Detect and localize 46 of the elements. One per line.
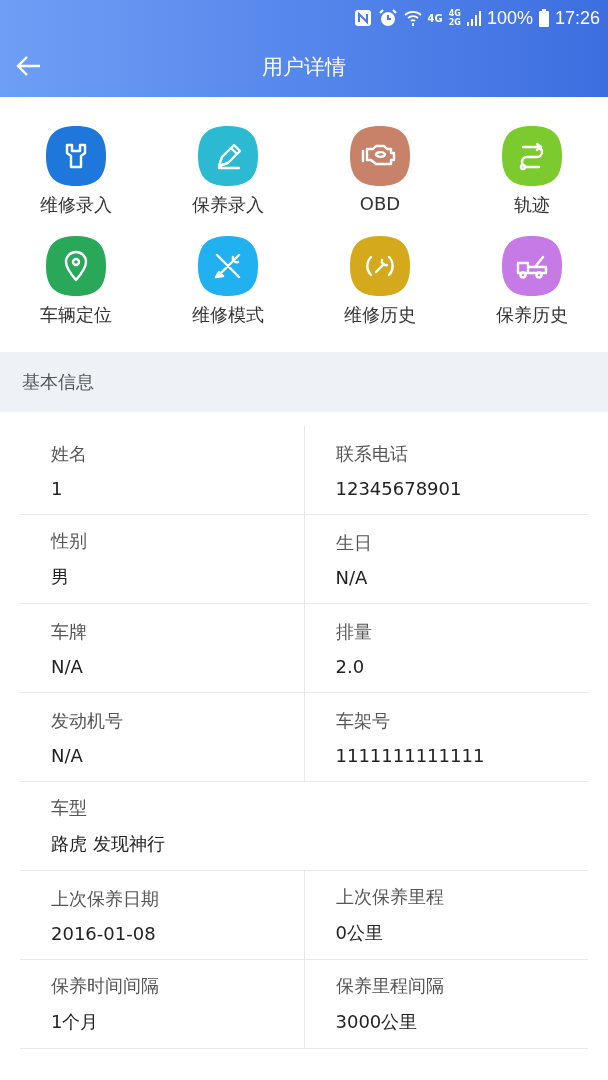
network-label: 4G bbox=[448, 9, 461, 18]
shortcut-button[interactable]: 轨迹 bbox=[501, 125, 563, 217]
shortcut-button[interactable]: 维修历史 bbox=[344, 235, 416, 327]
field-label: 保养里程间隔 bbox=[335, 974, 445, 998]
nfc-icon bbox=[353, 9, 372, 27]
field-value: 男 bbox=[51, 565, 70, 589]
field-label: 上次保养日期 bbox=[51, 886, 160, 911]
shortcut-button[interactable]: 保养历史 bbox=[496, 235, 568, 327]
shortcut-button[interactable]: 车辆定位 bbox=[40, 235, 112, 327]
wifi-icon bbox=[403, 9, 422, 27]
field-value: 1个月 bbox=[51, 1010, 100, 1034]
field-label: 联系电话 bbox=[335, 441, 409, 466]
field-value: 路虎 发现神行 bbox=[51, 832, 166, 856]
signal-icon bbox=[466, 10, 481, 26]
field-label: 车架号 bbox=[335, 708, 391, 733]
field-label: 排量 bbox=[335, 619, 373, 644]
field-label: 车型 bbox=[51, 796, 88, 820]
field-value: 12345678901 bbox=[335, 477, 463, 499]
shortcut-button[interactable]: 维修模式 bbox=[192, 235, 264, 327]
alarm-icon bbox=[377, 8, 398, 28]
field-label: 生日 bbox=[335, 530, 373, 555]
page-title: 用户详情 bbox=[262, 53, 346, 81]
field-value: 0公里 bbox=[335, 921, 384, 945]
field-value: 2.0 bbox=[335, 655, 366, 677]
field-value: 2016-01-08 bbox=[51, 922, 157, 944]
battery-icon bbox=[538, 9, 549, 27]
section-header: 基本信息 bbox=[0, 352, 608, 412]
field-label: 上次保养里程 bbox=[335, 885, 445, 909]
network-label: 4G bbox=[427, 12, 443, 24]
shortcut-button[interactable]: 保养录入 bbox=[192, 125, 264, 217]
battery-percent: 100% bbox=[486, 7, 533, 29]
field-value: 1 bbox=[51, 477, 64, 499]
shortcut-button[interactable]: OBD bbox=[349, 125, 411, 217]
field-value: N/A bbox=[335, 566, 369, 588]
field-label: 保养时间间隔 bbox=[51, 974, 160, 998]
network-label: 2G bbox=[448, 18, 461, 27]
field-label: 性别 bbox=[51, 529, 88, 553]
field-value: 1111111111111 bbox=[335, 744, 486, 766]
field-value: N/A bbox=[51, 744, 84, 766]
field-label: 姓名 bbox=[51, 441, 88, 466]
field-label: 车牌 bbox=[51, 619, 88, 644]
field-value: N/A bbox=[51, 655, 84, 677]
field-value: 3000公里 bbox=[335, 1010, 419, 1034]
clock-time: 17:26 bbox=[554, 7, 600, 29]
shortcut-button[interactable]: 维修录入 bbox=[40, 125, 112, 217]
field-label: 发动机号 bbox=[51, 708, 124, 733]
